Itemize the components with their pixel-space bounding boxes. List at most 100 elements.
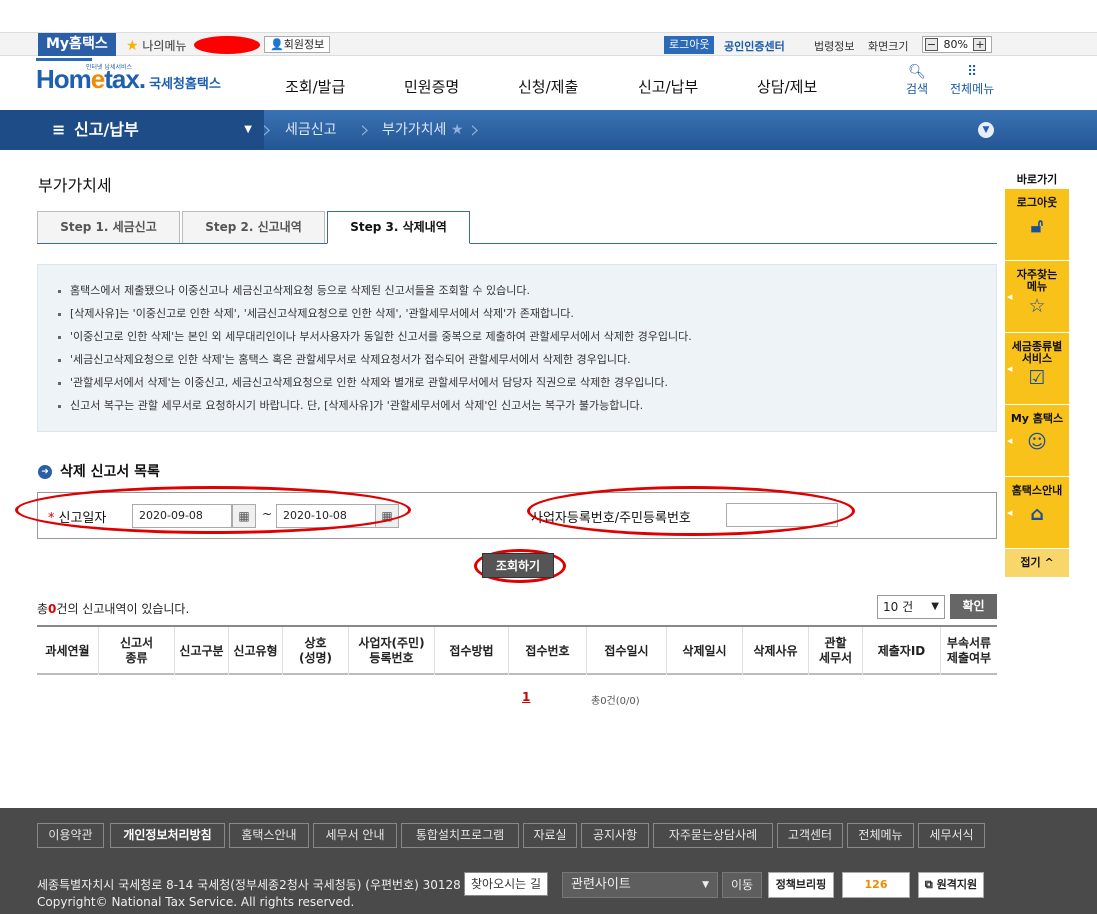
quick-favorite-menu[interactable]: ◀ 자주찾는 메뉴 ☆	[1005, 261, 1069, 333]
footer-allmenu[interactable]: 전체메뉴	[847, 823, 914, 848]
pager-page-1[interactable]: 1	[522, 690, 530, 704]
annotation-oval	[15, 486, 411, 534]
quick-my-hometax[interactable]: ◀ My 홈택스 ☺	[1005, 405, 1069, 477]
gnb-report[interactable]: 신고/납부	[638, 76, 698, 97]
nav-main-label: 신고/납부	[74, 120, 139, 139]
column-header: 삭제사유	[743, 627, 809, 675]
zoom-out-button[interactable]: −	[925, 38, 938, 51]
chevron-right-icon: ›	[360, 115, 371, 145]
hometax-logo[interactable]: 인터넷 납세서비스 Hometax. 국세청홈택스	[36, 58, 221, 95]
footer-notice[interactable]: 공지사항	[581, 823, 649, 848]
member-info-label: 회원정보	[283, 38, 325, 51]
footer-forms[interactable]: 세무서식	[918, 823, 985, 848]
cert-center-link[interactable]: 공인인증센터	[724, 38, 785, 54]
column-header: 신고서 종류	[99, 627, 175, 675]
search-icon: 🔍︎	[908, 64, 926, 80]
all-menu-button[interactable]: ⠿ 전체메뉴	[950, 64, 994, 97]
footer-directions[interactable]: 찾아오시는 길	[464, 872, 549, 896]
column-header: 신고유형	[229, 627, 283, 675]
quick-menu-header: 바로가기	[1016, 173, 1058, 186]
page-size-select[interactable]: 10 건 ▼	[877, 595, 945, 619]
person-icon: 👤	[270, 38, 284, 51]
quick-fold-button[interactable]: 접기 ^	[1005, 549, 1069, 577]
footer-guide[interactable]: 홈택스안내	[229, 823, 309, 848]
footer-address: 세종특별자치시 국세청로 8-14 국세청(정부세종2청사 국세청동) (우편번…	[37, 878, 461, 892]
law-info-link[interactable]: 법령정보	[814, 38, 854, 54]
footer-faq[interactable]: 자주묻는상담사례	[653, 823, 773, 848]
pager-count: 총0건(0/0)	[591, 696, 640, 707]
tab-step1[interactable]: Step 1. 세금신고	[37, 211, 180, 243]
column-header: 부속서류 제출여부	[946, 636, 992, 665]
quick-favorite-label: 자주찾는 메뉴	[1016, 268, 1058, 293]
section-title: ➜ 삭제 신고서 목록	[38, 461, 160, 481]
unlock-icon: 🔓︎	[1030, 215, 1044, 237]
notice-item: '세금신고삭제요청으로 인한 삭제'는 홈택스 혹은 관할세무서로 삭제요청서가…	[58, 351, 996, 374]
chevron-right-icon: ›	[262, 115, 273, 145]
step-tabs: Step 1. 세금신고 Step 2. 신고내역 Step 3. 삭제내역	[37, 211, 997, 244]
footer-install[interactable]: 통합설치프로그램	[401, 823, 519, 848]
banner-126[interactable]: 126	[842, 872, 910, 898]
hamburger-icon: ≡	[52, 120, 66, 139]
chevron-up-icon: ^	[1044, 556, 1054, 569]
column-header: 상호 (성명)	[283, 627, 349, 675]
footer-customer[interactable]: 고객센터	[777, 823, 843, 848]
notice-item: [삭제사유]는 '이중신고로 인한 삭제', '세금신고삭제요청으로 인한 삭제…	[58, 305, 996, 328]
gnb-inquiry[interactable]: 조회/발급	[285, 76, 345, 97]
total-count-text: 총0건의 신고내역이 있습니다.	[37, 600, 189, 617]
house-icon: ⌂	[1030, 503, 1044, 525]
breadcrumb-vat[interactable]: 부가가치세 ★	[382, 110, 463, 150]
logout-button[interactable]: 로그아웃	[664, 36, 715, 54]
tab-step3[interactable]: Step 3. 삭제내역	[327, 211, 470, 244]
gnb-consult[interactable]: 상담/제보	[757, 76, 817, 97]
gnb-civil[interactable]: 민원증명	[404, 76, 459, 97]
footer-terms[interactable]: 이용약관	[37, 823, 104, 848]
result-table: 과세연월 신고서 종류 신고구분 신고유형 상호 (성명) 사업자(주민) 등록…	[37, 625, 997, 675]
column-header: 제출자ID	[863, 627, 941, 675]
quick-fold-label: 접기	[1020, 556, 1041, 569]
footer-office[interactable]: 세무서 안내	[313, 823, 397, 848]
gnb-apply[interactable]: 신청/제출	[518, 76, 578, 97]
arrow-left-icon: ◀	[1007, 365, 1013, 373]
site-footer: 이용약관 개인정보처리방침 홈택스안내 세무서 안내 통합설치프로그램 자료실 …	[0, 808, 1097, 914]
logo-subtitle: 국세청홈택스	[149, 77, 221, 92]
column-header: 접수방법	[435, 627, 509, 675]
quick-tax-service-label: 세금종류별 서비스	[1011, 340, 1063, 365]
nav-main-menu[interactable]: ≡ 신고/납부 ▼	[0, 110, 264, 150]
my-menu-link[interactable]: ★ 나의메뉴	[126, 37, 187, 54]
related-sites-select[interactable]: 관련사이트 ▼	[562, 872, 718, 898]
quick-tax-service[interactable]: ◀ 세금종류별 서비스 ☑	[1005, 333, 1069, 405]
banner-policy-briefing[interactable]: 정책브리핑	[768, 872, 834, 898]
arrow-left-icon: ◀	[1007, 293, 1013, 301]
zoom-in-button[interactable]: +	[973, 38, 987, 51]
search-submit-button[interactable]: 조회하기	[482, 553, 554, 578]
banner-remote-support[interactable]: ⧉ 원격지원	[918, 872, 984, 898]
notice-item: '관할세무서에서 삭제'는 이중신고, 세금신고삭제요청으로 인한 삭제와 별개…	[58, 374, 996, 397]
page-size-value: 10 건	[883, 600, 914, 614]
screen-size-label: 화면크기	[868, 40, 909, 53]
chevron-down-icon: ▼	[931, 601, 939, 612]
quick-logout[interactable]: 로그아웃 🔓︎	[1005, 189, 1069, 261]
page-title: 부가가치세	[38, 176, 112, 195]
member-info-button[interactable]: 👤회원정보	[264, 36, 331, 53]
arrow-right-icon: ➜	[38, 465, 52, 479]
monitor-icon: ⧉	[924, 878, 933, 891]
my-menu-label: 나의메뉴	[142, 39, 187, 53]
related-go-button[interactable]: 이동	[722, 872, 762, 898]
tab-step2[interactable]: Step 2. 신고내역	[182, 211, 325, 243]
notice-item: '이중신고로 인한 삭제'는 본인 외 세무대리인이나 부서사용자가 동일한 신…	[58, 328, 996, 351]
my-hometax-button[interactable]: My홈택스	[38, 33, 116, 56]
quick-hometax-guide[interactable]: ◀ 홈택스안내 ⌂	[1005, 477, 1069, 549]
related-sites-value: 관련사이트	[571, 877, 631, 892]
checkbox-icon: ☑	[1028, 367, 1046, 389]
location-bar: ≡ 신고/납부 ▼ › 세금신고 › 부가가치세 ★ › ▼	[0, 110, 1097, 150]
chevron-down-icon[interactable]: ▼	[978, 122, 994, 138]
breadcrumb-tax-report[interactable]: 세금신고	[285, 110, 337, 150]
footer-privacy[interactable]: 개인정보처리방침	[110, 823, 225, 848]
confirm-button[interactable]: 확인	[950, 594, 997, 619]
logo-tagline: 인터넷 납세서비스	[86, 64, 133, 71]
quick-menu: 바로가기 로그아웃 🔓︎ ◀ 자주찾는 메뉴 ☆ ◀ 세금종류별 서비스 ☑ ◀ My 홈택…	[1005, 170, 1069, 577]
footer-library[interactable]: 자료실	[523, 823, 577, 848]
search-button[interactable]: 🔍︎ 검색	[906, 64, 928, 97]
search-label: 검색	[906, 82, 929, 96]
star-icon[interactable]: ★	[451, 122, 464, 138]
